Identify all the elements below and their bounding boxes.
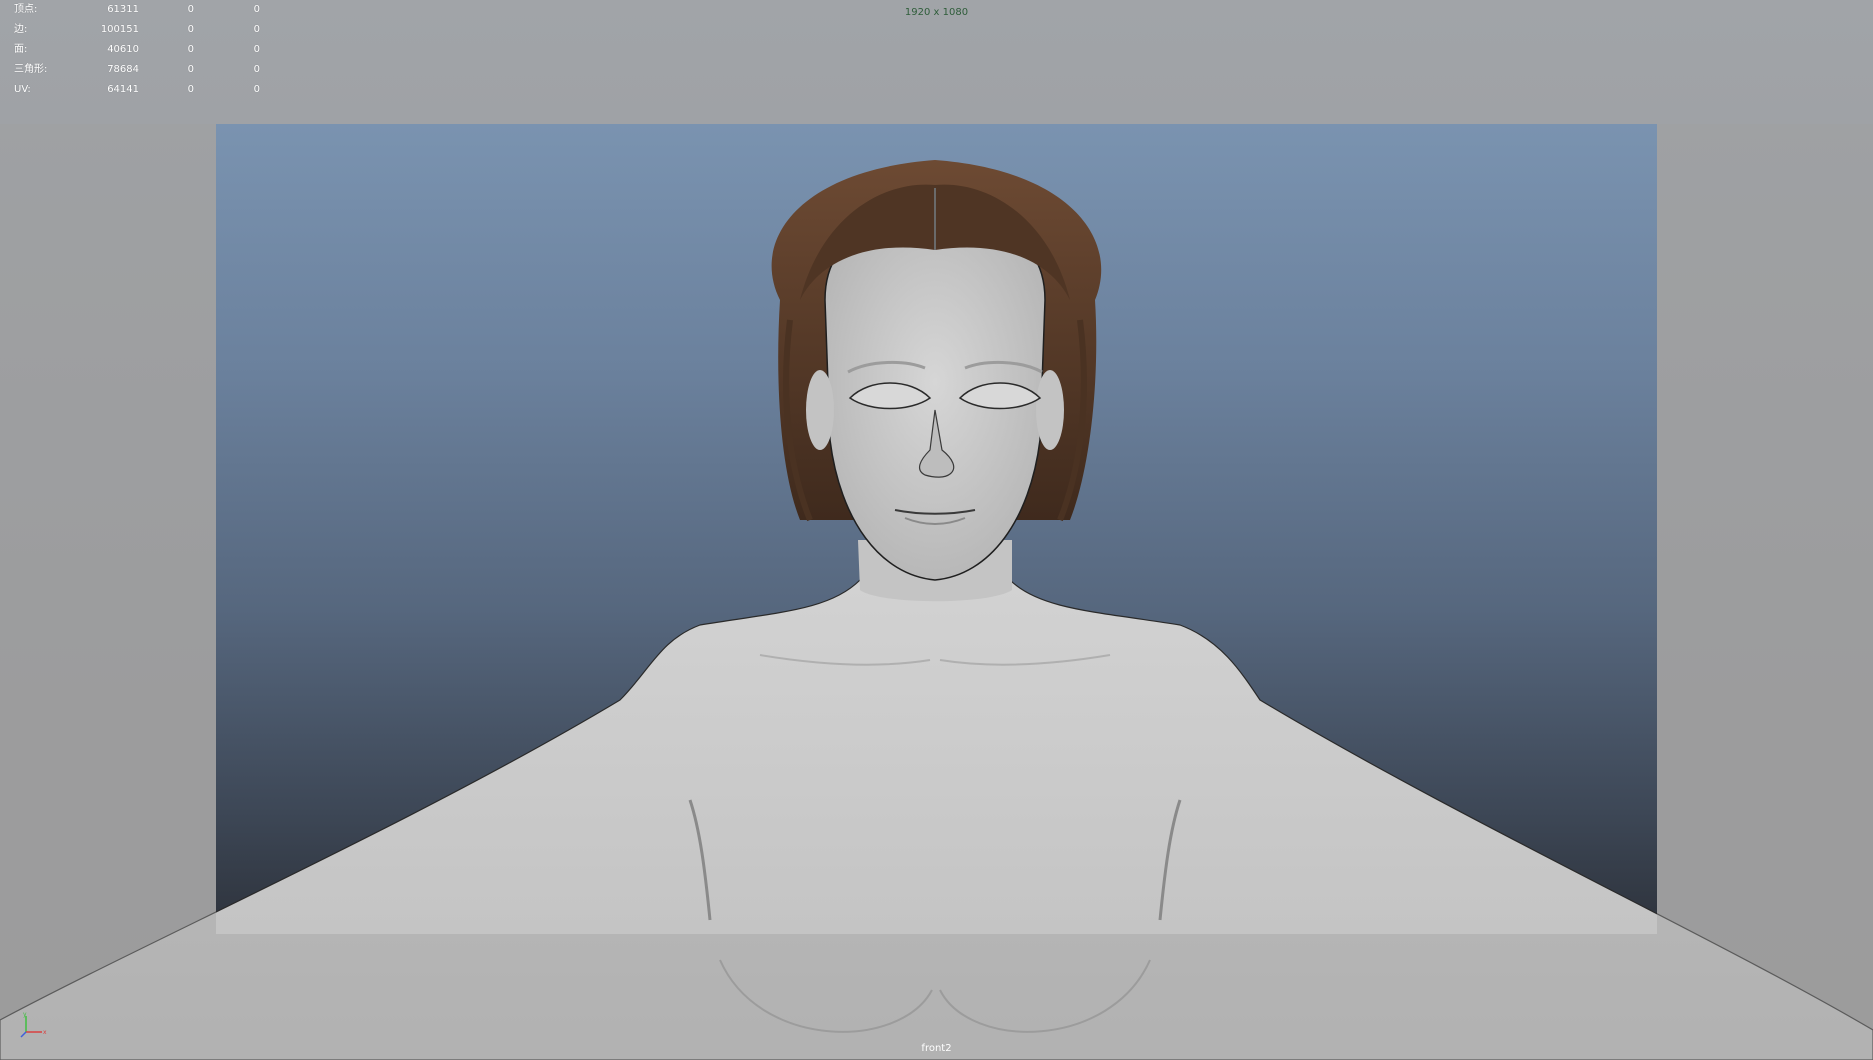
camera-name-label: front2 bbox=[921, 1043, 952, 1054]
hud-value: 40610 bbox=[107, 44, 139, 55]
gate-mask-left bbox=[0, 124, 216, 934]
hud-label: 边: bbox=[14, 24, 28, 35]
axis-gizmo-icon: y x bbox=[20, 1011, 47, 1038]
hud-label: 面: bbox=[14, 44, 28, 55]
axis-x-label: x bbox=[43, 1029, 47, 1036]
hud-triangles: 0 bbox=[253, 84, 260, 95]
hud-triangles: 0 bbox=[253, 64, 260, 75]
hud-row-triangles: 三角形: 78684 0 0 bbox=[14, 60, 284, 80]
hud-label: 三角形: bbox=[14, 64, 48, 75]
axis-y-label: y bbox=[23, 1011, 27, 1018]
hud-row-faces: 面: 40610 0 0 bbox=[14, 40, 284, 60]
hud-triangles: 0 bbox=[253, 44, 260, 55]
hud-triangles: 0 bbox=[253, 24, 260, 35]
character-model[interactable] bbox=[0, 0, 1873, 1060]
hud-value: 78684 bbox=[107, 64, 139, 75]
resolution-label: 1920 x 1080 bbox=[904, 7, 969, 18]
ear-left bbox=[806, 370, 834, 450]
hud-selected: 0 bbox=[187, 44, 194, 55]
ear-right bbox=[1036, 370, 1064, 450]
gate-mask-right bbox=[1657, 124, 1873, 934]
hud-selected: 0 bbox=[187, 64, 194, 75]
hud-row-edges: 边: 100151 0 0 bbox=[14, 20, 284, 40]
hud-selected: 0 bbox=[187, 24, 194, 35]
hud-label: UV: bbox=[14, 84, 31, 95]
hud-row-uvs: UV: 64141 0 0 bbox=[14, 80, 284, 100]
hud-selected: 0 bbox=[187, 84, 194, 95]
gate-mask-bottom bbox=[0, 934, 1873, 1060]
hud-value: 100151 bbox=[100, 24, 139, 35]
hud-value: 64141 bbox=[107, 84, 139, 95]
